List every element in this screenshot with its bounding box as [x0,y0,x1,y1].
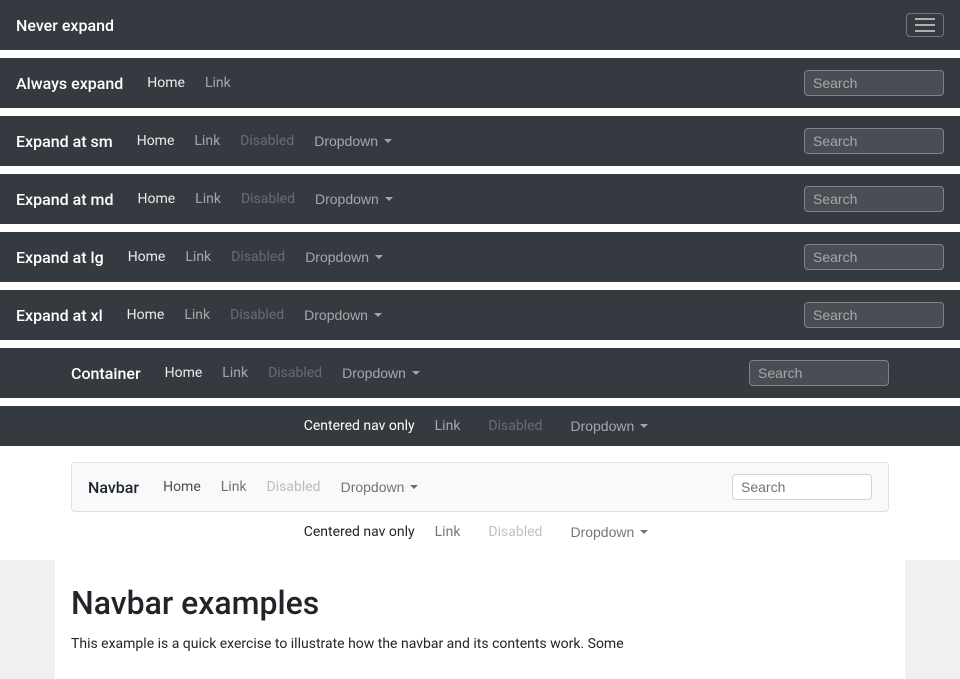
navbar-expand-xl: Expand at xl Home Link Disabled Dropdown [0,290,960,340]
search-form [804,128,944,154]
navbar-never-expand: Never expand [0,0,960,50]
content-section: Navbar examples This example is a quick … [55,560,905,679]
toggler-bar-3 [915,30,935,32]
nav-link-link[interactable]: Link [427,518,469,546]
navbar-expand-md: Expand at md Home Link Disabled Dropdown [0,174,960,224]
search-input[interactable] [804,244,944,270]
nav-link-disabled: Disabled [259,473,329,501]
navbar-white: Navbar Home Link Disabled Dropdown [71,462,889,512]
nav-link-link[interactable]: Link [187,185,229,213]
navbar-container-wrapper: Container Home Link Disabled Dropdown [0,348,960,398]
nav-link-home[interactable]: Home [129,185,183,213]
nav-link-link[interactable]: Link [197,69,239,97]
navbar-brand: Never expand [16,16,114,35]
toggler-bar-1 [915,18,935,20]
dropdown-toggle[interactable]: Dropdown [333,473,427,501]
navbar-brand: Expand at md [16,190,113,209]
nav-link-home[interactable]: Home [129,127,183,155]
search-form [749,360,889,386]
nav-link-link[interactable]: Link [213,473,255,501]
search-form [804,244,944,270]
navbar-brand: Expand at sm [16,132,113,151]
search-input[interactable] [804,186,944,212]
dropdown-toggle[interactable]: Dropdown [562,412,656,440]
navbar-brand: Navbar [88,478,139,497]
navbar-container-inner: Container Home Link Disabled Dropdown [55,348,905,398]
nav-link-home[interactable]: Home [157,359,211,387]
nav-link-disabled: Disabled [480,412,550,440]
navbar-always-expand: Always expand Home Link [0,58,960,108]
nav-link-home[interactable]: Home [119,301,173,329]
navbar-expand-lg: Expand at lg Home Link Disabled Dropdown [0,232,960,282]
search-form [804,186,944,212]
caret-icon [640,530,648,534]
nav-link-home[interactable]: Home [155,473,209,501]
nav-link-link[interactable]: Link [176,301,218,329]
nav-link-link[interactable]: Link [214,359,256,387]
nav-link-link[interactable]: Link [186,127,228,155]
navbar-expand-sm: Expand at sm Home Link Disabled Dropdown [0,116,960,166]
nav-items: Home Link Disabled Dropdown [155,473,732,501]
navbar-brand: Container [71,364,141,383]
nav-link-link[interactable]: Link [427,412,469,440]
white-wrapper: Navbar Home Link Disabled Dropdown Cente… [55,454,905,552]
toggler-bar-2 [915,24,935,26]
centered-nav-label: Centered nav only [304,418,415,434]
navbar-brand: Expand at xl [16,306,103,325]
navbar-brand: Expand at lg [16,248,104,267]
nav-link-home[interactable]: Home [139,69,193,97]
nav-items: Home Link Disabled Dropdown [129,185,804,213]
nav-link-home[interactable]: Home [120,243,174,271]
nav-link-disabled: Disabled [233,185,303,213]
navbar-brand: Always expand [16,74,123,93]
search-form [804,70,944,96]
dropdown-toggle[interactable]: Dropdown [296,301,390,329]
search-input[interactable] [804,70,944,96]
nav-link-disabled: Disabled [260,359,330,387]
dropdown-toggle[interactable]: Dropdown [334,359,428,387]
search-input[interactable] [804,128,944,154]
search-form [804,302,944,328]
dropdown-toggle[interactable]: Dropdown [297,243,391,271]
centered-nav-light: Centered nav only Link Disabled Dropdown [71,512,889,552]
white-section: Navbar Home Link Disabled Dropdown Cente… [0,446,960,560]
nav-link-link[interactable]: Link [177,243,219,271]
nav-items: Home Link Disabled Dropdown [157,359,749,387]
dropdown-toggle[interactable]: Dropdown [307,185,401,213]
nav-items: Home Link [139,69,804,97]
nav-link-disabled: Disabled [232,127,302,155]
nav-items: Home Link Disabled Dropdown [129,127,804,155]
nav-link-disabled: Disabled [222,301,292,329]
search-input[interactable] [732,474,872,500]
dropdown-toggle[interactable]: Dropdown [562,518,656,546]
centered-nav-dark: Centered nav only Link Disabled Dropdown [0,406,960,446]
nav-link-disabled: Disabled [223,243,293,271]
dropdown-toggle[interactable]: Dropdown [306,127,400,155]
nav-link-disabled: Disabled [480,518,550,546]
search-input[interactable] [804,302,944,328]
nav-items: Home Link Disabled Dropdown [120,243,804,271]
centered-nav-wrapper: Centered nav only Link Disabled Dropdown [55,406,905,446]
navbar-toggler[interactable] [906,13,944,37]
search-form [732,474,872,500]
content-title: Navbar examples [71,584,889,622]
centered-nav-items: Centered nav only Link Disabled Dropdown [304,412,657,440]
content-description: This example is a quick exercise to illu… [71,634,889,655]
content-area: Navbar examples This example is a quick … [0,560,960,679]
nav-items: Home Link Disabled Dropdown [119,301,804,329]
centered-nav-label: Centered nav only [304,524,415,540]
search-input[interactable] [749,360,889,386]
